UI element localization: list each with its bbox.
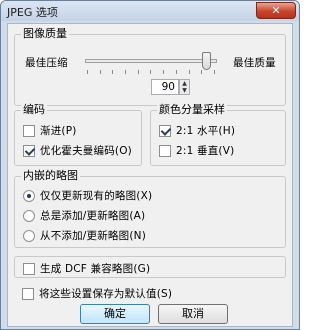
- ok-button[interactable]: 确定: [80, 304, 150, 324]
- progressive-checkbox[interactable]: 渐进(P): [23, 123, 77, 138]
- dialog-body: 图像质量 最佳压缩 最佳质量 90 ▲ ▼ 编码 渐进(P) 优化霍夫曼编码(O…: [7, 23, 293, 327]
- dcf-thumbnail-checkbox[interactable]: 生成 DCF 兼容略图(G): [23, 261, 150, 276]
- thumbnail-option-always-add[interactable]: 总是添加/更新略图(A): [23, 208, 145, 223]
- quality-value-input[interactable]: 90: [151, 79, 179, 95]
- progressive-check-box[interactable]: [23, 124, 35, 137]
- jpeg-options-dialog: JPEG 选项 ✕ 图像质量 最佳压缩 最佳质量 90 ▲ ▼ 编码 渐进(P): [0, 0, 300, 330]
- horizontal-check-box[interactable]: [159, 124, 171, 137]
- radio-never-add[interactable]: [23, 229, 35, 242]
- horizontal-checkbox[interactable]: 2:1 水平(H): [159, 123, 235, 138]
- best-compression-label: 最佳压缩: [25, 57, 68, 69]
- progressive-label: 渐进(P): [40, 125, 77, 137]
- encoding-group-label: 编码: [21, 103, 47, 117]
- image-quality-group: 图像质量 最佳压缩 最佳质量 90 ▲ ▼: [14, 27, 286, 106]
- chroma-subsampling-group: 颜色分量采样 2:1 水平(H) 2:1 垂直(V): [150, 103, 286, 166]
- horizontal-label: 2:1 水平(H): [176, 125, 236, 137]
- vertical-label: 2:1 垂直(V): [176, 145, 235, 157]
- close-button[interactable]: ✕: [256, 2, 296, 19]
- thumbnail-option-label: 从不添加/更新略图(N): [40, 230, 146, 242]
- save-default-check-box[interactable]: [22, 287, 34, 300]
- radio-always-add[interactable]: [23, 209, 35, 222]
- thumbnail-group-label: 内嵌的略图: [21, 169, 80, 183]
- cancel-button[interactable]: 取消: [158, 304, 228, 324]
- dcf-thumbnail-check-box[interactable]: [23, 262, 35, 275]
- thumbnail-option-update-existing[interactable]: 仅仅更新现有的略图(X): [23, 188, 152, 203]
- encoding-group: 编码 渐进(P) 优化霍夫曼编码(O): [14, 103, 142, 166]
- spin-down-icon[interactable]: ▼: [180, 87, 189, 94]
- optimize-huffman-check-box[interactable]: [23, 144, 35, 157]
- vertical-checkbox[interactable]: 2:1 垂直(V): [159, 143, 234, 158]
- thumbnail-option-label: 总是添加/更新略图(A): [40, 210, 146, 222]
- window-title: JPEG 选项: [7, 6, 58, 19]
- chroma-subsampling-group-label: 颜色分量采样: [157, 103, 227, 117]
- thumbnail-group: 内嵌的略图 仅仅更新现有的略图(X) 总是添加/更新略图(A) 从不添加/更新略…: [14, 169, 286, 248]
- thumbnail-option-label: 仅仅更新现有的略图(X): [40, 190, 153, 202]
- dcf-thumbnail-label: 生成 DCF 兼容略图(G): [40, 263, 151, 275]
- image-quality-group-label: 图像质量: [21, 27, 69, 41]
- save-default-label: 将这些设置保存为默认值(S): [39, 288, 173, 300]
- radio-update-existing[interactable]: [23, 189, 35, 202]
- best-quality-label: 最佳质量: [233, 57, 276, 69]
- slider-ticks: [87, 70, 215, 74]
- quality-slider-track[interactable]: [85, 59, 217, 63]
- optimize-huffman-checkbox[interactable]: 优化霍夫曼编码(O): [23, 143, 132, 158]
- dcf-thumbnail-box: 生成 DCF 兼容略图(G): [14, 256, 286, 278]
- vertical-check-box[interactable]: [159, 144, 171, 157]
- spin-up-icon[interactable]: ▲: [180, 80, 189, 87]
- quality-slider-thumb[interactable]: [201, 52, 211, 70]
- save-default-checkbox[interactable]: 将这些设置保存为默认值(S): [22, 286, 172, 301]
- thumbnail-option-never-add[interactable]: 从不添加/更新略图(N): [23, 228, 146, 243]
- quality-spinner[interactable]: ▲ ▼: [179, 79, 190, 95]
- optimize-huffman-label: 优化霍夫曼编码(O): [40, 145, 132, 157]
- title-bar[interactable]: JPEG 选项 ✕: [1, 1, 299, 21]
